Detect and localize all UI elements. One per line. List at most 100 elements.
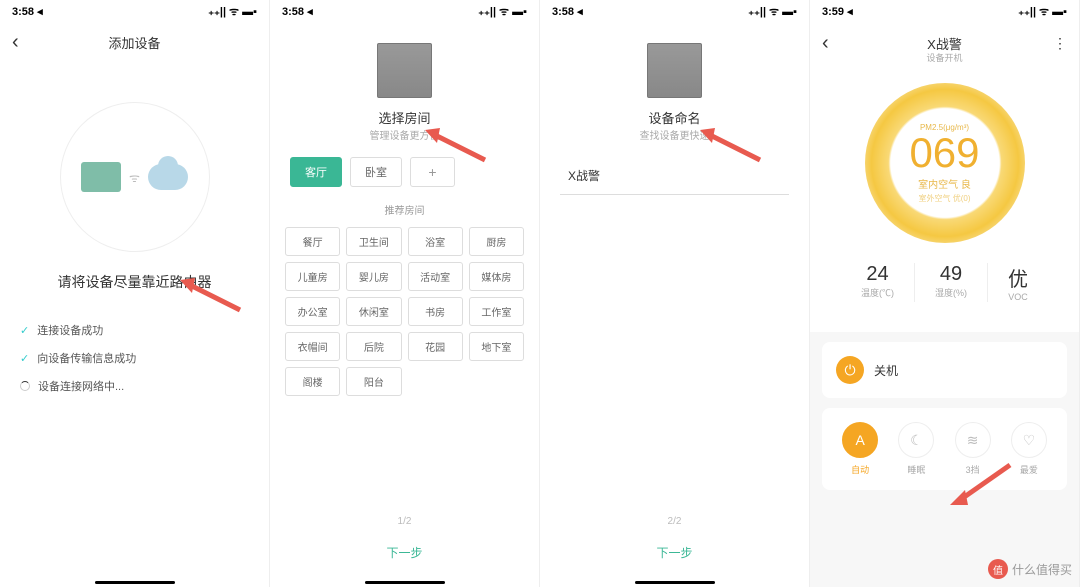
instruction-text: 请将设备尽量靠近路由器 [0, 272, 269, 292]
connection-graphic: ᯤ [60, 102, 210, 252]
mode-speed[interactable]: ≋ 3挡 [955, 422, 991, 476]
device-status: 设备开机 [926, 51, 962, 64]
voc-value: 优 [1008, 263, 1028, 292]
room-chip[interactable]: 婴儿房 [346, 262, 401, 291]
humidity-label: 湿度(%) [935, 286, 967, 299]
home-indicator[interactable] [365, 581, 445, 584]
room-chip[interactable]: 阁楼 [285, 367, 340, 396]
heart-icon: ♡ [1011, 422, 1047, 458]
room-chip[interactable]: 阳台 [346, 367, 401, 396]
next-button[interactable]: 下一步 [636, 538, 712, 567]
device-icon [81, 162, 121, 192]
watermark: 值 什么值得买 [988, 559, 1072, 579]
outdoor-text: 室外空气 优(0) [919, 193, 971, 204]
mode-speed-label: 3挡 [955, 463, 991, 476]
mode-sleep-label: 睡眠 [898, 463, 934, 476]
watermark-text: 什么值得买 [1012, 561, 1072, 578]
status-time: 3:58 ◂ [12, 5, 43, 18]
power-row[interactable]: ⏻ 关机 [822, 342, 1067, 398]
room-chip[interactable]: 浴室 [408, 227, 463, 256]
room-chip[interactable]: 厨房 [469, 227, 524, 256]
status-time: 3:58 ◂ [282, 5, 313, 18]
voc-label: VOC [1008, 292, 1028, 302]
check-icon: ✓ [20, 352, 29, 365]
status-bar: 3:59 ◂ ₊₊|| ᯤ ▬▪ [810, 0, 1079, 23]
mode-auto-label: 自动 [842, 463, 878, 476]
room-chip[interactable]: 衣帽间 [285, 332, 340, 361]
room-chip[interactable]: 后院 [346, 332, 401, 361]
room-chip-living[interactable]: 客厅 [290, 157, 342, 187]
stat-voc: 优 VOC [988, 263, 1048, 302]
room-chip[interactable]: 儿童房 [285, 262, 340, 291]
room-chip[interactable]: 休闲室 [346, 297, 401, 326]
next-button[interactable]: 下一步 [366, 538, 442, 567]
air-quality-dial: PM2.5(μg/m³) 069 室内空气 良 室外空气 优(0) [865, 83, 1025, 243]
modes-row: A 自动 ☾ 睡眠 ≋ 3挡 ♡ 最爱 [822, 408, 1067, 490]
progress-steps: ✓连接设备成功 ✓向设备传输信息成功 设备连接网络中... [0, 322, 269, 394]
temp-value: 24 [861, 263, 894, 286]
status-indicators: ₊₊|| ᯤ ▬▪ [208, 4, 257, 19]
device-image [377, 43, 432, 98]
more-button[interactable]: ⋮ [1053, 35, 1067, 52]
room-chip[interactable]: 地下室 [469, 332, 524, 361]
mode-auto[interactable]: A 自动 [842, 422, 878, 476]
watermark-badge-icon: 值 [988, 559, 1008, 579]
pm-value: 069 [909, 132, 979, 174]
dial-section: PM2.5(μg/m³) 069 室内空气 良 室外空气 优(0) 24 温度(… [810, 63, 1079, 332]
status-bar: 3:58 ◂ ₊₊|| ᯤ ▬▪ [0, 0, 269, 23]
mode-favorite[interactable]: ♡ 最爱 [1011, 422, 1047, 476]
screen-device-control: 3:59 ◂ ₊₊|| ᯤ ▬▪ ‹ X战警 设备开机 ⋮ PM2.5(μg/m… [810, 0, 1080, 587]
room-chip[interactable]: 活动室 [408, 262, 463, 291]
stat-temp: 24 温度(℃) [841, 263, 915, 302]
mode-sleep[interactable]: ☾ 睡眠 [898, 422, 934, 476]
step-item: ✓向设备传输信息成功 [20, 350, 249, 366]
waves-icon: ≋ [955, 422, 991, 458]
status-indicators: ₊₊|| ᯤ ▬▪ [478, 4, 527, 19]
air-quality-text: 室内空气 良 [918, 176, 971, 191]
page-title: 添加设备 [108, 33, 160, 52]
section-title: 设备命名 [540, 108, 809, 127]
stat-humidity: 49 湿度(%) [915, 263, 988, 302]
nav-bar: ‹ 添加设备 [0, 23, 269, 62]
pager: 2/2 [668, 516, 682, 527]
mode-fav-label: 最爱 [1011, 463, 1047, 476]
back-button[interactable]: ‹ [12, 31, 19, 54]
section-title: 选择房间 [270, 108, 539, 127]
screen-device-name: 3:58 ◂ ₊₊|| ᯤ ▬▪ 设备命名 查找设备更快速 X战警 2/2 下一… [540, 0, 810, 587]
wifi-icon: ᯤ [129, 169, 140, 186]
room-selector: 客厅 卧室 + [270, 157, 539, 187]
room-chip[interactable]: 花园 [408, 332, 463, 361]
power-icon: ⏻ [836, 356, 864, 384]
mode-auto-icon: A [842, 422, 878, 458]
humidity-value: 49 [935, 263, 967, 286]
recommended-title: 推荐房间 [270, 202, 539, 217]
check-icon: ✓ [20, 324, 29, 337]
step-item: 设备连接网络中... [20, 378, 249, 394]
section-subtitle: 管理设备更方便 [270, 127, 539, 142]
device-name-input[interactable]: X战警 [560, 157, 789, 195]
device-image [647, 43, 702, 98]
nav-bar: ‹ X战警 设备开机 ⋮ [810, 23, 1079, 63]
room-chip[interactable]: 餐厅 [285, 227, 340, 256]
screen-select-room: 3:58 ◂ ₊₊|| ᯤ ▬▪ 选择房间 管理设备更方便 客厅 卧室 + 推荐… [270, 0, 540, 587]
room-chip[interactable]: 卫生间 [346, 227, 401, 256]
section-subtitle: 查找设备更快速 [540, 127, 809, 142]
temp-label: 温度(℃) [861, 286, 894, 299]
room-chip[interactable]: 书房 [408, 297, 463, 326]
room-chip[interactable]: 媒体房 [469, 262, 524, 291]
room-chip[interactable]: 办公室 [285, 297, 340, 326]
home-indicator[interactable] [635, 581, 715, 584]
back-button[interactable]: ‹ [822, 32, 829, 55]
step-item: ✓连接设备成功 [20, 322, 249, 338]
home-indicator[interactable] [95, 581, 175, 584]
room-chip-bedroom[interactable]: 卧室 [350, 157, 402, 187]
room-chip[interactable]: 工作室 [469, 297, 524, 326]
status-indicators: ₊₊|| ᯤ ▬▪ [1018, 4, 1067, 19]
add-room-button[interactable]: + [410, 157, 455, 187]
recommended-rooms: 餐厅 卫生间 浴室 厨房 儿童房 婴儿房 活动室 媒体房 办公室 休闲室 书房 … [270, 227, 539, 396]
device-title: X战警 [927, 34, 962, 53]
moon-icon: ☾ [898, 422, 934, 458]
stats-row: 24 温度(℃) 49 湿度(%) 优 VOC [810, 263, 1079, 302]
status-indicators: ₊₊|| ᯤ ▬▪ [748, 4, 797, 19]
power-label: 关机 [874, 362, 898, 379]
